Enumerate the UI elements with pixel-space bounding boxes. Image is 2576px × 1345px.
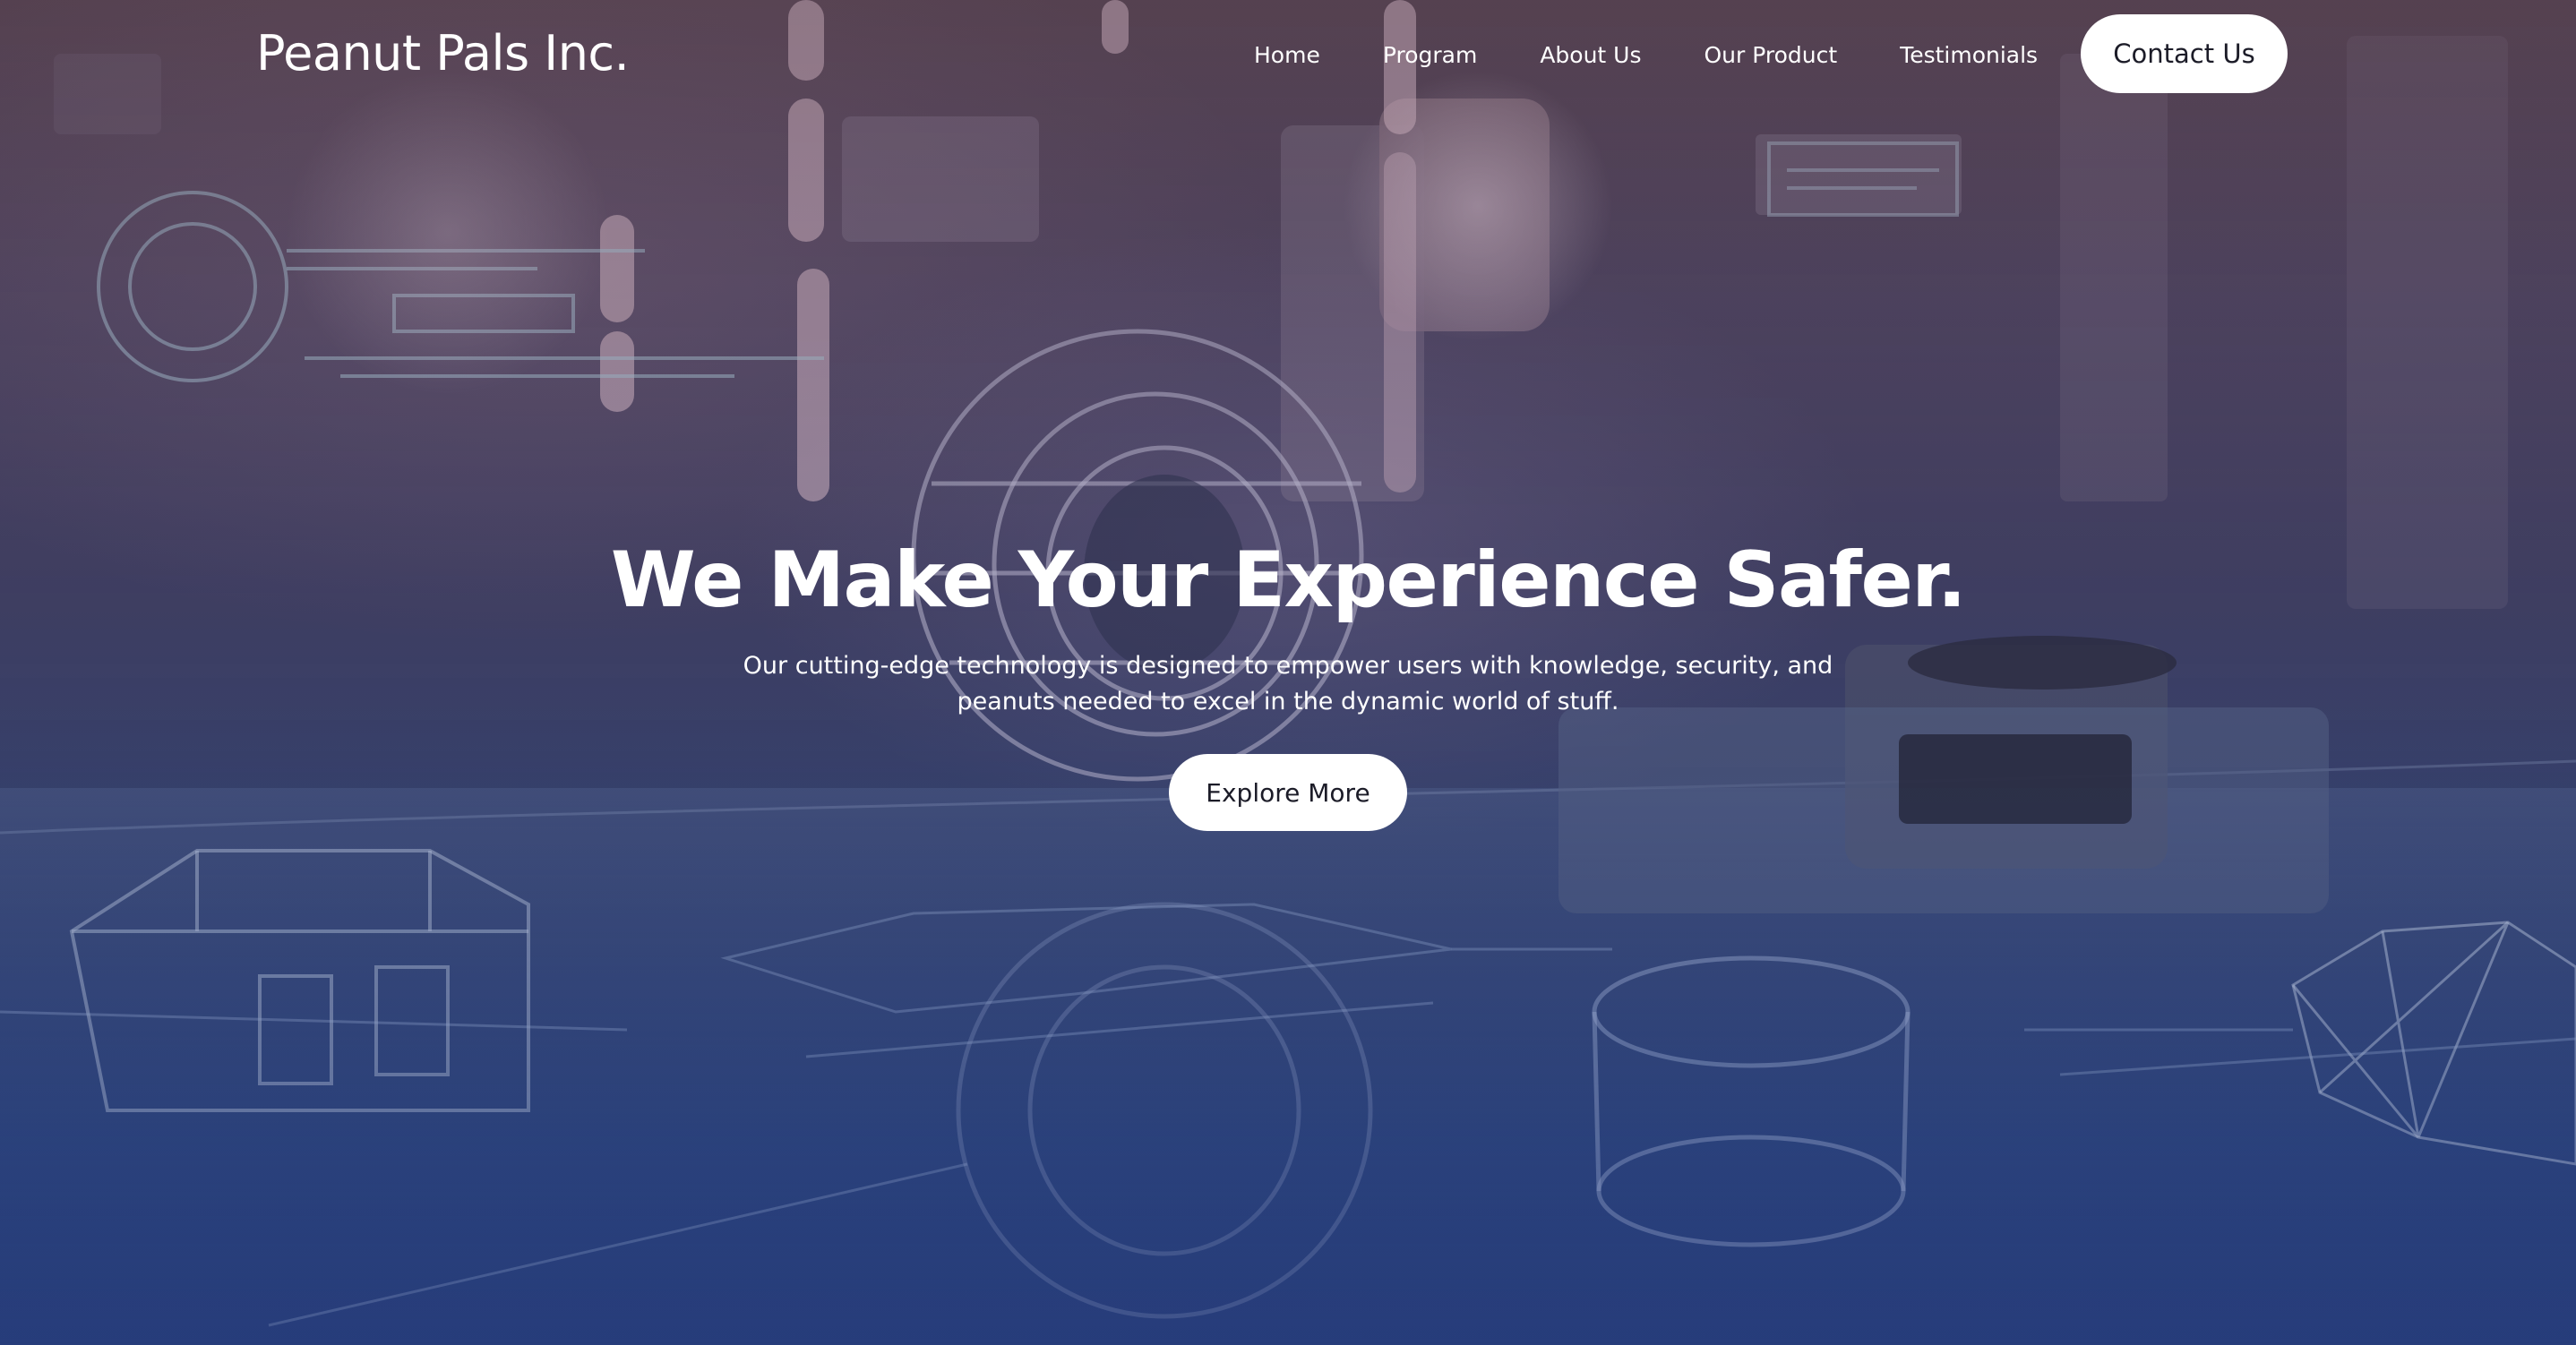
nav-link-home[interactable]: Home: [1254, 42, 1320, 68]
contact-us-button[interactable]: Contact Us: [2081, 14, 2288, 93]
brand-logo-text[interactable]: Peanut Pals Inc.: [256, 25, 630, 81]
main-nav: Home Program About Us Our Product Testim…: [1254, 39, 2038, 70]
nav-link-our-product[interactable]: Our Product: [1704, 42, 1838, 68]
nav-link-about-us[interactable]: About Us: [1540, 42, 1641, 68]
hero-section: We Make Your Experience Safer. Our cutti…: [0, 528, 2576, 831]
nav-link-testimonials[interactable]: Testimonials: [1900, 42, 2038, 68]
hero-title: We Make Your Experience Safer.: [610, 535, 1967, 625]
nav-link-program[interactable]: Program: [1383, 42, 1477, 68]
explore-more-button[interactable]: Explore More: [1169, 754, 1407, 831]
hero-subtitle: Our cutting-edge technology is designed …: [743, 652, 1833, 715]
